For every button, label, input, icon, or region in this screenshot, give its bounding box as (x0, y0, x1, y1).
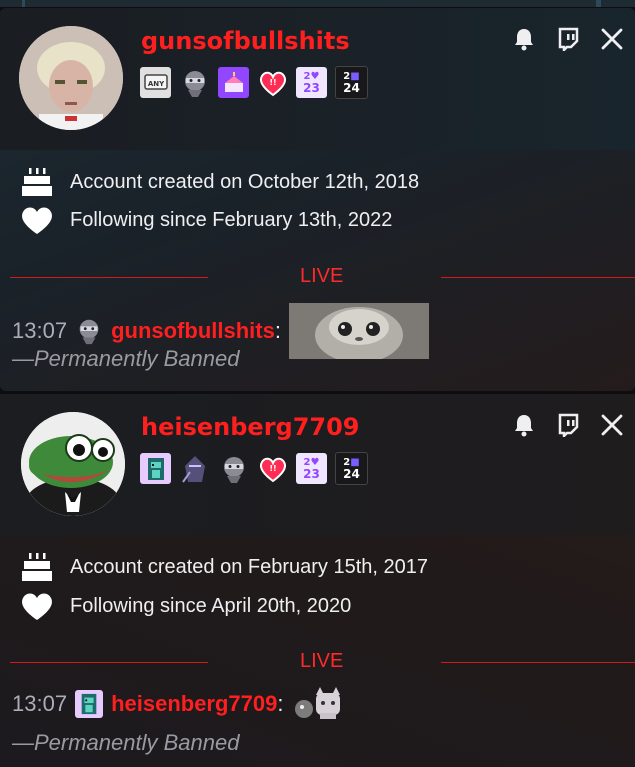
chat-colon: : (274, 318, 281, 343)
2023-badge-icon[interactable]: 2♥ 23 (296, 453, 327, 484)
user-card-header: gunsofbullshits ANY !! 2♥ 23 2■ 24 (0, 8, 635, 150)
svg-text:ANY: ANY (147, 80, 164, 88)
badge-list: ANY !! 2♥ 23 2■ 24 (140, 66, 368, 99)
user-card-header: heisenberg7709 !! 2♥ 23 2■ 24 (0, 394, 635, 535)
header-actions (509, 24, 627, 54)
twitch-icon[interactable] (553, 24, 583, 54)
svg-text:!!: !! (269, 464, 276, 473)
strip-accent (596, 0, 601, 7)
chat-username[interactable]: heisenberg7709 (111, 691, 277, 717)
heart-icon (17, 203, 57, 237)
cake-icon (17, 165, 57, 199)
badge-year-text: 24 (343, 466, 360, 481)
2024-badge-icon[interactable]: 2■ 24 (335, 66, 368, 99)
badge-year-text: 24 (343, 80, 360, 95)
username[interactable]: heisenberg7709 (141, 413, 360, 441)
separator-line (10, 277, 208, 278)
live-separator: LIVE (0, 265, 635, 291)
avatar[interactable] (21, 412, 125, 516)
ninja-badge-icon (75, 317, 103, 345)
separator-line (441, 277, 635, 278)
account-created-row: Account created on October 12th, 2018 (17, 165, 419, 199)
account-created-text: Account created on October 12th, 2018 (70, 170, 420, 193)
user-card: gunsofbullshits ANY !! 2♥ 23 2■ 24 Accou… (0, 8, 635, 391)
ninja-badge-icon[interactable] (218, 453, 249, 484)
cake-icon (17, 550, 57, 584)
shadow-ninja-badge-icon[interactable] (179, 453, 210, 484)
badge-list: !! 2♥ 23 2■ 24 (140, 452, 368, 485)
heart-icon (17, 589, 57, 623)
2024-badge-icon[interactable]: 2■ 24 (335, 452, 368, 485)
bell-icon[interactable] (509, 24, 539, 54)
chat-message: 13:07 heisenberg7709 : (12, 687, 348, 721)
account-created-row: Account created on February 15th, 2017 (17, 550, 428, 584)
live-label: LIVE (300, 650, 344, 672)
following-since-row: Following since February 13th, 2022 (17, 203, 392, 237)
badge-year-text: 23 (303, 80, 320, 95)
chat-username[interactable]: gunsofbullshits (111, 318, 275, 344)
badge-year-text: 23 (303, 466, 320, 481)
emote-image[interactable] (288, 303, 429, 363)
timestamp: 13:07 (12, 691, 68, 716)
avatar[interactable] (19, 26, 123, 130)
live-label: LIVE (300, 265, 344, 287)
twitch-icon[interactable] (553, 410, 583, 440)
following-since-text: Following since April 20th, 2020 (70, 594, 352, 617)
pixel-creature-badge-icon (75, 690, 104, 718)
close-icon[interactable] (597, 410, 627, 440)
ninja-badge-icon[interactable] (179, 67, 210, 98)
heart-badge-icon[interactable]: !! (257, 453, 288, 484)
separator-line (10, 662, 208, 663)
user-card: heisenberg7709 !! 2♥ 23 2■ 24 Account cr… (0, 394, 635, 767)
following-since-text: Following since February 13th, 2022 (70, 208, 393, 231)
pixel-creature-badge-icon[interactable] (140, 453, 171, 484)
top-strip (0, 0, 635, 7)
header-actions (509, 410, 627, 440)
bell-icon[interactable] (509, 410, 539, 440)
heart-badge-icon[interactable]: !! (257, 67, 288, 98)
any-key-badge-icon[interactable]: ANY (140, 67, 171, 98)
ban-status: —Permanently Banned (12, 346, 240, 371)
cake-badge-icon[interactable] (218, 67, 249, 98)
close-icon[interactable] (597, 24, 627, 54)
chat-colon: : (277, 691, 284, 716)
following-since-row: Following since April 20th, 2020 (17, 589, 351, 623)
account-created-text: Account created on February 15th, 2017 (70, 555, 429, 578)
cat-emote-icon[interactable] (292, 687, 348, 721)
ban-status: —Permanently Banned (12, 730, 240, 755)
live-separator: LIVE (0, 650, 635, 676)
strip-accent (22, 0, 25, 7)
timestamp: 13:07 (12, 318, 68, 343)
separator-line (441, 662, 635, 663)
2023-badge-icon[interactable]: 2♥ 23 (296, 67, 327, 98)
username[interactable]: gunsofbullshits (141, 27, 350, 55)
svg-text:!!: !! (269, 78, 276, 87)
